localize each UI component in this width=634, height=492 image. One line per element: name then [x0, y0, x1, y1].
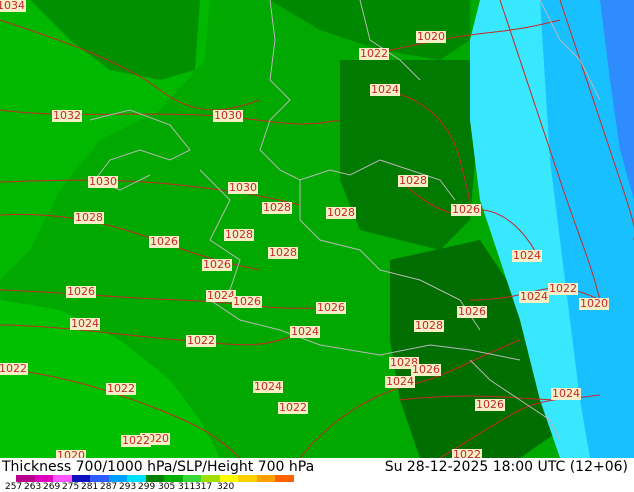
isobar-label: 1032: [52, 109, 82, 122]
isobar-label: 1024: [519, 290, 549, 303]
isobar-label: 1026: [457, 305, 487, 318]
isobar-label: 1020: [579, 297, 609, 310]
footer-bar: Thickness 700/1000 hPa/SLP/Height 700 hP…: [0, 458, 634, 492]
legend-swatch: [34, 475, 54, 482]
legend-swatch: [53, 475, 72, 482]
legend-tick-label: 257: [5, 482, 23, 492]
isobar-label: 1026: [66, 285, 96, 298]
legend-tick-label: 305: [158, 482, 176, 492]
legend-swatch: [16, 475, 35, 482]
isobar-label: 1022: [278, 401, 308, 414]
isobar-label: 1034: [0, 0, 26, 12]
isobar-label: 1026: [202, 258, 232, 271]
east-dark-green-zone: [340, 60, 475, 250]
isobar-label: 1022: [548, 282, 578, 295]
isobar-label: 1026: [451, 203, 481, 216]
isobar-label: 1028: [224, 228, 254, 241]
legend-swatch: [201, 475, 220, 482]
isobar-label: 1028: [398, 174, 428, 187]
legend-tick-label: 275: [62, 482, 80, 492]
map-title: Thickness 700/1000 hPa/SLP/Height 700 hP…: [2, 459, 315, 475]
isobar-label: 1022: [0, 362, 28, 375]
isobar-label: 1024: [253, 380, 283, 393]
legend-swatch: [145, 475, 165, 482]
legend-swatch: [182, 475, 202, 482]
map-canvas: [0, 0, 634, 458]
legend-tick-label: 263: [24, 482, 42, 492]
isobar-label: 1026: [232, 295, 262, 308]
isobar-label: 1030: [88, 175, 118, 188]
legend-tick-label: 317: [195, 482, 213, 492]
legend-tick-label: 320: [217, 482, 235, 492]
legend-swatch: [275, 475, 294, 482]
isobar-label: 1022: [186, 334, 216, 347]
isobar-label: 1020: [56, 450, 86, 458]
isobar-label: 1026: [149, 235, 179, 248]
isobar-label: 1022: [121, 434, 151, 447]
isobar-label: 1026: [411, 363, 441, 376]
isobar-label: 1030: [228, 181, 258, 194]
isobar-label: 1024: [370, 83, 400, 96]
valid-time: Su 28-12-2025 18:00 UTC (12+06): [384, 459, 628, 475]
isobar-label: 1028: [74, 211, 104, 224]
legend-tick-label: 299: [138, 482, 156, 492]
legend-tick-label: 281: [81, 482, 99, 492]
legend-tick-label: 293: [119, 482, 137, 492]
isobar-label: 1024: [551, 387, 581, 400]
isobar-label: 1026: [475, 398, 505, 411]
legend-swatch: [219, 475, 239, 482]
isobar-label: 1028: [414, 319, 444, 332]
legend-tick-label: 287: [100, 482, 118, 492]
isobar-label: 1024: [385, 375, 415, 388]
isobar-label: 1028: [326, 206, 356, 219]
legend-swatch: [90, 475, 109, 482]
color-legend: [16, 475, 294, 482]
isobar-label: 1020: [416, 30, 446, 43]
legend-swatch: [127, 475, 146, 482]
isobar-label: 1028: [262, 201, 292, 214]
isobar-label: 1024: [290, 325, 320, 338]
legend-swatch: [164, 475, 183, 482]
isobar-label: 1024: [512, 249, 542, 262]
isobar-label: 1030: [213, 109, 243, 122]
isobar-label: 1024: [70, 317, 100, 330]
legend-swatch: [108, 475, 128, 482]
legend-swatch: [256, 475, 276, 482]
weather-map: 1034 1032 1030 1030 1030 1028 1026 1028 …: [0, 0, 634, 458]
legend-tick-label: 269: [43, 482, 61, 492]
isobar-label: 1022: [106, 382, 136, 395]
legend-tick-label: 311: [178, 482, 196, 492]
isobar-label: 1022: [452, 449, 482, 458]
isobar-label: 1028: [268, 246, 298, 259]
isobar-label: 1022: [359, 47, 389, 60]
legend-swatch: [238, 475, 257, 482]
legend-swatch: [71, 475, 91, 482]
isobar-label: 1026: [316, 301, 346, 314]
